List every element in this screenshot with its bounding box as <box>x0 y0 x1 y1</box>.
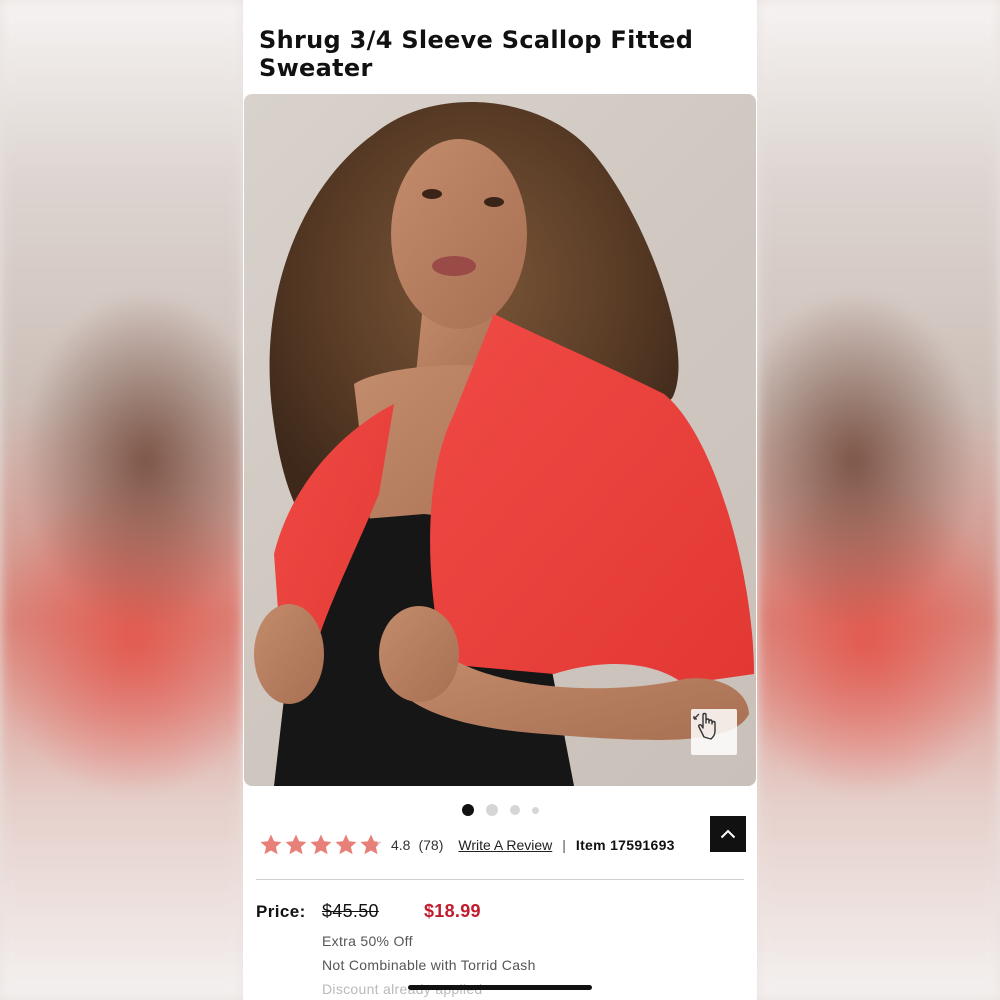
promo-line-2: Not Combinable with Torrid Cash <box>322 957 536 973</box>
rating-row: 4.8 (78) Write A Review | Item 17591693 <box>259 832 709 858</box>
carousel-dot-2[interactable] <box>485 804 498 816</box>
rating-score: 4.8 <box>391 837 411 853</box>
chevron-up-icon <box>720 829 736 839</box>
carousel-dots <box>243 804 757 816</box>
carousel-dot-1[interactable] <box>461 804 474 816</box>
scroll-to-top-button[interactable] <box>710 816 746 852</box>
star-icon <box>260 834 282 855</box>
divider <box>256 879 744 880</box>
review-count[interactable]: (78) <box>418 837 443 853</box>
blurred-background-left <box>0 0 243 1000</box>
hand-pointer-icon <box>693 712 716 740</box>
carousel-dot-3[interactable] <box>509 805 520 815</box>
price-label: Price: <box>256 902 306 921</box>
promo-line-1: Extra 50% Off <box>322 933 413 949</box>
star-icon <box>310 834 332 855</box>
sale-price: $18.99 <box>424 901 481 921</box>
carousel-dot-4[interactable] <box>531 806 539 814</box>
blurred-background-right <box>757 0 1000 1000</box>
original-price: $45.50 <box>322 901 379 921</box>
star-icon <box>360 834 382 855</box>
star-rating <box>259 833 383 857</box>
star-icon <box>285 834 307 855</box>
item-number: Item 17591693 <box>575 837 675 853</box>
model-photo-illustration <box>254 101 754 786</box>
separator: | <box>562 837 566 853</box>
product-title: Shrug 3/4 Sleeve Scallop Fitted Sweater <box>259 26 694 82</box>
home-indicator[interactable] <box>408 985 592 990</box>
zoom-button[interactable] <box>691 709 737 755</box>
product-page: Shrug 3/4 Sleeve Scallop Fitted Sweater <box>243 0 757 1000</box>
write-review-link[interactable]: Write A Review <box>458 837 552 853</box>
star-icon <box>335 834 357 855</box>
product-image[interactable] <box>244 94 756 786</box>
